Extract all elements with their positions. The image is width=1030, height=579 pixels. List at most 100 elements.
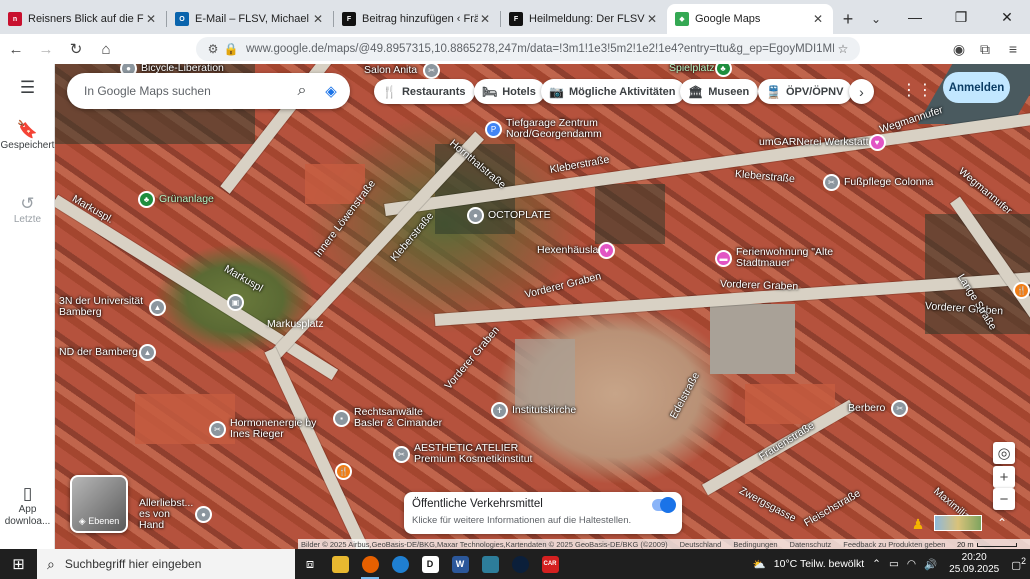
bookmark-star-icon[interactable]: ☆ [834,42,852,56]
place-marker[interactable]: 🍴 [335,463,352,480]
close-window-button[interactable]: ✕ [984,0,1030,34]
site-permissions-icon[interactable]: ⚙ [204,42,222,56]
zoom-in-button[interactable]: + [993,466,1015,488]
network-icon[interactable]: ▭ [885,558,903,570]
search-input[interactable]: In Google Maps suchen [84,84,288,98]
reload-icon[interactable]: ↻ [62,35,90,63]
close-icon[interactable]: ✕ [311,12,325,26]
close-icon[interactable]: ✕ [811,12,825,26]
place-marker[interactable]: ND der Bamberg ▲ [55,344,156,361]
app-icon[interactable] [505,549,535,579]
chip-museums[interactable]: 🏛 Museen [680,79,759,104]
place-marker[interactable]: ▬ Ferienwohnung "Alte Stadtmauer" [715,247,846,269]
attribution-link[interactable]: Datenschutz [790,540,832,549]
notification-icon[interactable]: ▢2 [1007,556,1030,572]
my-location-icon[interactable]: ◎ [993,442,1015,464]
weather-text[interactable]: 10°C Teilw. bewölkt [770,558,868,570]
chevron-up-icon[interactable]: ⌃ [868,558,885,570]
lock-icon[interactable]: 🔒 [222,42,240,56]
google-apps-grid-icon[interactable]: ⋮⋮ [901,78,933,102]
place-marker[interactable]: Hexenhäusla ♥ [533,242,616,259]
back-arrow-icon[interactable]: ← [2,35,30,63]
weather-icon[interactable]: ⛅ [749,558,770,571]
pegman-icon[interactable]: ♟ [908,514,928,534]
bed-icon: 🛏 [482,84,498,99]
url-text[interactable]: www.google.de/maps/@49.8957315,10.886527… [246,43,834,55]
place-marker[interactable]: ✂ Hormonenergie by Ines Rieger [209,418,330,440]
minimize-button[interactable]: — [892,0,938,34]
zoom-out-button[interactable]: − [993,488,1015,510]
place-marker[interactable]: ▪ Rechtsanwälte Basler & Cimander [333,407,454,429]
place-marker[interactable]: 🍴 [1013,282,1030,299]
satellite-map[interactable]: Innere Löwenstraße Markuspl. Markuspl Ho… [55,64,1030,549]
transit-info-card[interactable]: Öffentliche Verkehrsmittel Klicke für we… [404,492,682,534]
close-icon[interactable]: ✕ [645,12,659,26]
taskbar-search[interactable]: ⌕ Suchbegriff hier eingeben [37,549,295,579]
chip-transit[interactable]: 🚆 ÖPV/ÖPNV [758,79,853,104]
download-app-button[interactable]: ▯ App downloa... [0,485,55,528]
windows-start-icon[interactable]: ⊞ [0,549,37,579]
place-marker[interactable]: Salon Anita ✂ [360,64,441,79]
attribution-link[interactable]: Feedback zu Produkten geben [843,540,945,549]
browser-tab-3[interactable]: F Beitrag hinzufügen ‹ Fränkische ✕ [334,4,500,34]
recent-button[interactable]: ↺ Letzte [0,195,55,226]
hamburger-icon: ☰ [19,78,36,97]
attribution-link[interactable]: Bedingungen [733,540,777,549]
extensions-icon[interactable]: ⧉ [972,36,998,62]
file-explorer-icon[interactable] [325,549,355,579]
map-type-thumbnail[interactable] [934,515,982,531]
forward-arrow-icon[interactable]: → [32,35,60,63]
place-marker[interactable]: ♣ Grünanlage [138,191,214,208]
menu-button[interactable]: ☰ [0,78,55,98]
browser-tab-4[interactable]: F Heilmeldung: Der FLSV ist wied ✕ [501,4,667,34]
place-marker[interactable]: ✂ Fußpflege Colonna [823,174,933,191]
place-marker[interactable]: ● OCTOPLATE [467,207,551,224]
chips-next-button[interactable]: › [849,79,874,104]
new-tab-button[interactable]: + [833,4,863,34]
browser-tab-1[interactable]: n Reisners Blick auf die Front: "Ru ✕ [0,4,166,34]
place-marker[interactable]: Berbero ✂ [844,400,909,417]
scale-bar[interactable]: 20 m [957,540,1017,549]
clock[interactable]: 20:20 25.09.2025 [941,552,1007,576]
account-icon[interactable]: ◉ [946,36,972,62]
edge-icon[interactable] [385,549,415,579]
address-bar[interactable]: ⚙ 🔒 www.google.de/maps/@49.8957315,10.88… [196,37,860,61]
tab-list-chevron-icon[interactable]: ⌄ [863,4,889,34]
directions-icon[interactable]: ◈ [320,80,342,102]
search-icon[interactable]: ⌕ [288,82,316,100]
layers-button[interactable]: ◈ Ebenen [70,475,128,533]
expand-icon[interactable]: ⌃ [992,514,1012,532]
close-icon[interactable]: ✕ [478,12,492,26]
task-view-icon[interactable]: ⧈ [295,549,325,579]
place-marker[interactable]: umGARNerei Werkstatt ♥ [755,134,886,151]
menu-icon[interactable]: ≡ [1000,36,1026,62]
browser-tab-2[interactable]: O E-Mail – FLSV, Michael Munk – ✕ [167,4,333,34]
place-marker[interactable]: ✝ Institutskirche [491,402,576,419]
chip-hotels[interactable]: 🛏 Hotels [474,79,545,104]
place-marker[interactable]: Spielplatz ♣ [665,64,732,77]
place-marker[interactable]: P Tiefgarage Zentrum Nord/Georgendamm [485,118,626,140]
sign-in-button[interactable]: Anmelden [943,72,1010,103]
chip-activities[interactable]: 📷 Mögliche Aktivitäten [541,79,685,104]
volume-icon[interactable]: 🔊 [920,558,941,571]
word-icon[interactable]: W [445,549,475,579]
maps-search-box[interactable]: In Google Maps suchen ⌕ ◈ [67,73,350,109]
app-icon[interactable] [475,549,505,579]
chip-restaurants[interactable]: 🍴 Restaurants [374,79,475,104]
place-marker[interactable]: 3N der Universität Bamberg ▲ [55,296,166,318]
close-icon[interactable]: ✕ [144,12,158,26]
transit-toggle[interactable] [652,497,676,513]
car-app-icon[interactable]: CAR [535,549,565,579]
firefox-icon[interactable] [355,549,385,579]
place-marker[interactable]: ▣ [227,294,244,311]
place-marker[interactable]: ✂ AESTHETIC ATELIER Premium Kosmetikinsti… [393,443,554,465]
browser-tab-5-active[interactable]: ◆ Google Maps ✕ [667,4,833,34]
place-marker[interactable]: Allerliebst... es von Hand ● [135,498,212,531]
attribution-link[interactable]: Deutschland [680,540,722,549]
home-icon[interactable]: ⌂ [92,35,120,63]
saved-button[interactable]: 🔖 Gespeichert [0,121,55,152]
park-icon: ♣ [138,191,155,208]
wifi-icon[interactable]: ◠ [903,558,920,570]
dropbox-icon[interactable]: D [415,549,445,579]
maximize-button[interactable]: ❐ [938,0,984,34]
